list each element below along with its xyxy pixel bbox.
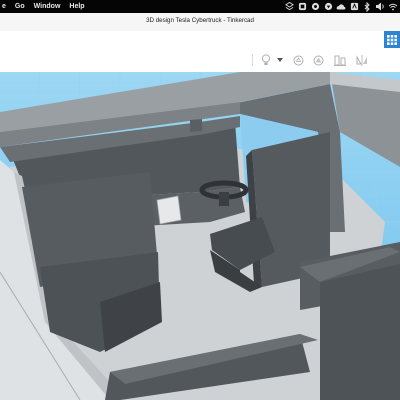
app-grid-button[interactable] — [384, 31, 400, 48]
system-icon[interactable] — [297, 2, 307, 12]
menu-item-go[interactable]: Go — [15, 3, 25, 10]
shape-outline-icon[interactable] — [292, 54, 304, 66]
menu-items: e Go Window Help — [0, 3, 94, 10]
window-title: 3D design Tesla Cybertruck - Tinkercad — [146, 17, 254, 24]
edit-toolbar — [0, 48, 400, 73]
dropdown-arrow-icon[interactable] — [276, 54, 284, 66]
cloud-icon[interactable] — [336, 2, 346, 12]
toolbar-divider — [252, 54, 253, 66]
app-header — [0, 31, 384, 49]
3d-scene[interactable] — [0, 72, 400, 400]
menu-status-area — [281, 0, 398, 13]
3d-workplane-viewport[interactable] — [0, 72, 400, 400]
align-icon[interactable] — [334, 54, 346, 66]
record-icon[interactable] — [310, 2, 320, 12]
menu-item-window[interactable]: Window — [34, 3, 61, 10]
mirror-icon[interactable] — [356, 54, 368, 66]
menu-bar: e Go Window Help — [0, 0, 400, 13]
wifi-icon[interactable] — [388, 2, 398, 12]
volume-icon[interactable] — [375, 2, 385, 12]
window-title-bar: 3D design Tesla Cybertruck - Tinkercad — [0, 13, 400, 32]
steering-column — [219, 192, 229, 206]
solid-shape-icon[interactable] — [312, 54, 324, 66]
grid-icon — [387, 34, 397, 45]
light-bulb-icon[interactable] — [260, 54, 272, 66]
bluetooth-icon[interactable] — [362, 1, 372, 12]
menu-item-help[interactable]: Help — [69, 3, 84, 10]
rear-bench-front — [320, 264, 400, 400]
rearview-mirror — [190, 119, 202, 132]
adobe-icon[interactable] — [349, 2, 359, 12]
dropbox-icon[interactable] — [284, 2, 294, 12]
menu-item-edit[interactable]: e — [2, 3, 6, 10]
touchscreen — [156, 195, 182, 225]
user-icon[interactable] — [323, 2, 333, 12]
